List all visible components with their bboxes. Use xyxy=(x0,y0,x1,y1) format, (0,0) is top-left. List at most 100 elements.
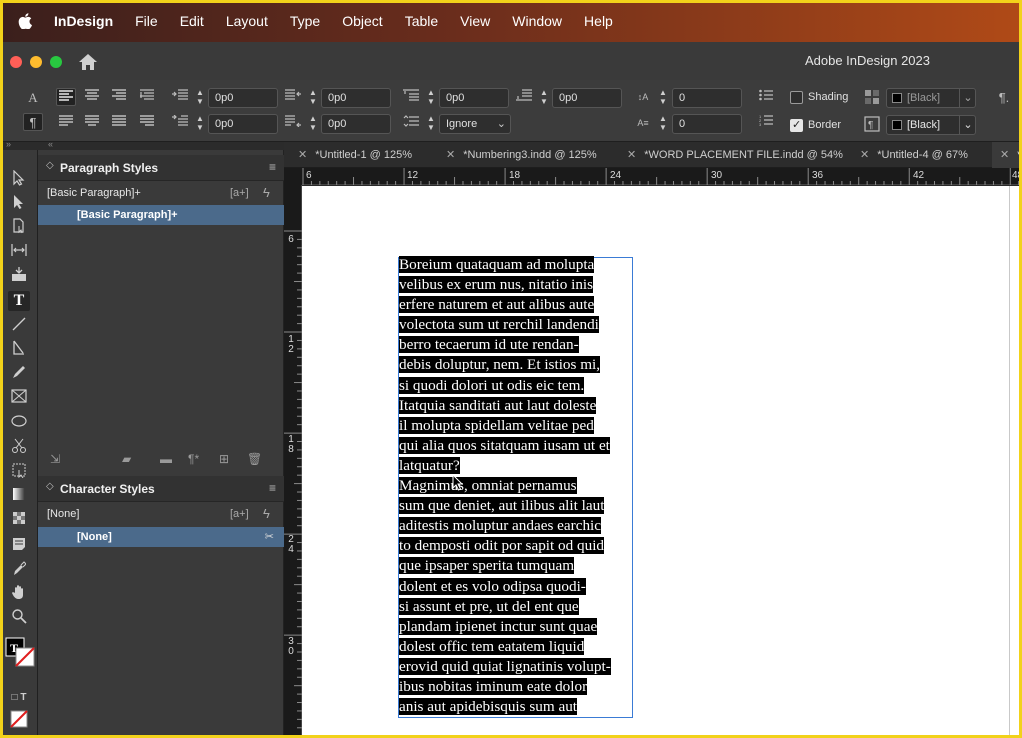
document-tab[interactable]: ✕ *Untitled-4 @ 67% xyxy=(860,142,968,168)
menu-table[interactable]: Table xyxy=(405,13,438,29)
apply-none-icon[interactable] xyxy=(8,710,30,730)
close-tab-icon[interactable]: ✕ xyxy=(627,149,636,161)
close-tab-icon[interactable]: ✕ xyxy=(298,149,307,161)
pen-tool-icon[interactable] xyxy=(8,340,30,360)
right-indent-stepper[interactable]: ▲ ▼ xyxy=(306,88,320,108)
space-before-stepper[interactable]: ▲ ▼ xyxy=(424,88,438,108)
justify-all-icon[interactable] xyxy=(109,114,129,132)
menu-type[interactable]: Type xyxy=(290,13,320,29)
space-before-field[interactable]: 0p0 xyxy=(439,88,509,108)
paragraph-style-item[interactable]: [Basic Paragraph]+ xyxy=(38,205,284,225)
last-line-indent-stepper[interactable]: ▲ ▼ xyxy=(306,114,320,134)
document-tab-active[interactable]: ✕ * xyxy=(992,142,1022,168)
gap-tool-icon[interactable] xyxy=(8,242,30,262)
document-tab[interactable]: ✕ *WORD PLACEMENT FILE.indd @ 54% xyxy=(627,142,843,168)
numbering-icon[interactable]: 123 xyxy=(756,114,776,132)
align-to-grid-dropdown[interactable]: Ignore ⌄ xyxy=(439,114,511,134)
quick-apply-icon[interactable]: ϟ xyxy=(263,504,270,524)
close-window-button[interactable] xyxy=(10,56,22,68)
zoom-window-button[interactable] xyxy=(50,56,62,68)
ruler-origin[interactable] xyxy=(284,168,302,185)
document-tab[interactable]: ✕ *Numbering3.indd @ 125% xyxy=(446,142,597,168)
content-collector-icon[interactable] xyxy=(8,266,30,286)
shading-checkbox[interactable] xyxy=(790,91,803,104)
horizontal-ruler[interactable]: 6 12 18 24 30 36 42 48 xyxy=(302,168,1022,185)
justify-right-icon[interactable] xyxy=(137,114,157,132)
first-line-indent-field[interactable]: 0p0 xyxy=(208,114,278,134)
new-style-icon[interactable]: ⊞ xyxy=(219,452,229,466)
free-transform-tool-icon[interactable] xyxy=(8,462,30,482)
note-tool-icon[interactable] xyxy=(8,536,30,556)
space-after-field[interactable]: 0p0 xyxy=(552,88,622,108)
selection-tool-icon[interactable] xyxy=(8,169,30,190)
first-line-indent-stepper[interactable]: ▲ ▼ xyxy=(193,114,207,134)
menu-layout[interactable]: Layout xyxy=(226,13,268,29)
panel-collapse-icon[interactable]: ◇ xyxy=(46,160,54,171)
character-styles-title[interactable]: Character Styles xyxy=(60,482,155,496)
menu-window[interactable]: Window xyxy=(512,13,562,29)
menu-view[interactable]: View xyxy=(460,13,490,29)
rectangle-frame-tool-icon[interactable] xyxy=(8,388,30,408)
paragraph-mode-icon[interactable]: ¶ xyxy=(23,113,43,131)
border-settings-icon[interactable]: ¶ xyxy=(862,116,882,134)
document-tab[interactable]: ✕ *Untitled-1 @ 125% xyxy=(298,142,412,168)
close-tab-icon[interactable]: ✕ xyxy=(1000,149,1009,161)
apple-icon[interactable] xyxy=(18,13,32,30)
border-checkbox[interactable] xyxy=(790,118,803,132)
drop-cap-chars-field[interactable]: 0 xyxy=(672,114,742,134)
direct-selection-tool-icon[interactable] xyxy=(8,194,30,214)
drop-cap-lines-field[interactable]: 0 xyxy=(672,88,742,108)
expand-tools-icon[interactable]: » xyxy=(6,139,11,149)
drop-cap-chars-stepper[interactable]: ▲ ▼ xyxy=(656,114,670,134)
character-style-item[interactable]: [None] ✂ xyxy=(38,527,284,547)
shading-settings-icon[interactable] xyxy=(862,89,882,107)
new-style-group-icon[interactable]: ▬ xyxy=(160,452,172,466)
create-style-from-selection-icon[interactable]: [a+] xyxy=(230,183,249,203)
space-after-stepper[interactable]: ▲ ▼ xyxy=(537,88,551,108)
close-tab-icon[interactable]: ✕ xyxy=(860,149,869,161)
align-to-grid-stepper[interactable]: ▲ ▼ xyxy=(424,114,438,134)
cloud-library-icon[interactable]: ▰ xyxy=(122,452,131,466)
eyedropper-tool-icon[interactable] xyxy=(8,560,30,580)
border-color-dropdown[interactable]: [Black] ⌄ xyxy=(886,115,976,135)
close-tab-icon[interactable]: ✕ xyxy=(446,149,455,161)
formatting-affects-text-icon[interactable]: □ T xyxy=(8,688,30,708)
align-towards-spine-icon[interactable] xyxy=(137,88,157,106)
paragraph-styles-title[interactable]: Paragraph Styles xyxy=(60,161,158,175)
gradient-feather-tool-icon[interactable] xyxy=(8,510,30,530)
left-indent-stepper[interactable]: ▲ ▼ xyxy=(193,88,207,108)
align-right-icon[interactable] xyxy=(109,88,129,106)
shading-color-dropdown[interactable]: [Black] ⌄ xyxy=(886,88,976,108)
panel-menu-icon[interactable]: ≡ xyxy=(269,481,276,495)
menu-help[interactable]: Help xyxy=(584,13,613,29)
delete-style-icon[interactable]: 🗑 xyxy=(247,452,262,466)
vertical-ruler[interactable]: 6 12 18 24 30 xyxy=(284,185,302,738)
scissors-tool-icon[interactable] xyxy=(8,438,30,458)
align-left-icon[interactable] xyxy=(56,88,76,106)
menu-edit[interactable]: Edit xyxy=(180,13,204,29)
ellipse-tool-icon[interactable] xyxy=(8,412,30,432)
left-indent-field[interactable]: 0p0 xyxy=(208,88,278,108)
last-line-indent-field[interactable]: 0p0 xyxy=(321,114,391,134)
page-tool-icon[interactable] xyxy=(8,218,30,238)
paragraph-options-icon[interactable]: ¶. xyxy=(994,89,1014,107)
type-tool-icon[interactable]: T xyxy=(8,291,30,311)
fill-stroke-swatches-icon[interactable]: T xyxy=(4,636,36,668)
drop-cap-lines-stepper[interactable]: ▲ ▼ xyxy=(656,88,670,108)
menu-app-name[interactable]: InDesign xyxy=(54,13,113,29)
pencil-tool-icon[interactable] xyxy=(8,364,30,384)
hand-tool-icon[interactable] xyxy=(8,584,30,604)
align-center-icon[interactable] xyxy=(82,88,102,106)
menu-file[interactable]: File xyxy=(135,13,158,29)
justify-center-icon[interactable] xyxy=(82,114,102,132)
create-style-from-selection-icon[interactable]: [a+] xyxy=(230,504,249,524)
collapse-panels-icon[interactable]: « xyxy=(48,139,53,149)
clear-overrides-icon[interactable]: ¶* xyxy=(188,452,199,466)
minimize-window-button[interactable] xyxy=(30,56,42,68)
menu-object[interactable]: Object xyxy=(342,13,382,29)
right-indent-field[interactable]: 0p0 xyxy=(321,88,391,108)
panel-menu-icon[interactable]: ≡ xyxy=(269,160,276,174)
gradient-swatch-tool-icon[interactable] xyxy=(8,486,30,506)
load-styles-icon[interactable]: ⇲ xyxy=(50,452,60,466)
panel-collapse-icon[interactable]: ◇ xyxy=(46,481,54,492)
